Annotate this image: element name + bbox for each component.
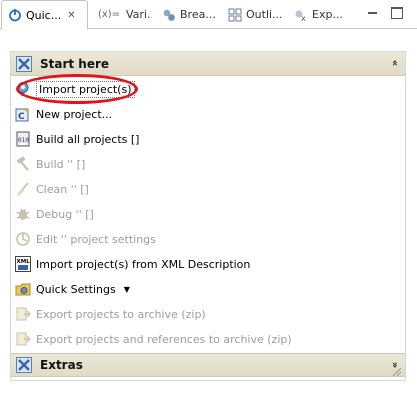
import-from-xml-item[interactable]: XML Import project(s) from XML Descripti… [15, 253, 250, 275]
import-projects-item[interactable]: Import project(s) [15, 74, 138, 104]
resize-grip-icon[interactable] [392, 367, 402, 377]
import-project-icon [15, 81, 31, 97]
outline-icon [227, 7, 243, 23]
build-item[interactable]: Build '' [] [15, 153, 85, 175]
edit-project-settings-item[interactable]: Edit '' project settings [15, 228, 156, 250]
item-label: Import project(s) from XML Description [36, 257, 251, 271]
section-x-icon [16, 357, 32, 373]
item-label: Export projects to archive (zip) [36, 307, 206, 321]
tab-label: Outli... [246, 8, 283, 21]
tab-expressions[interactable]: x Exp... [288, 0, 350, 29]
maximize-button[interactable] [391, 7, 403, 19]
close-icon[interactable]: ✕ [67, 10, 75, 21]
section-x-icon [16, 55, 32, 72]
item-label: Clean '' [] [36, 182, 89, 196]
xml-import-icon: XML [15, 256, 31, 272]
item-label: Import project(s) [36, 80, 135, 98]
export-references-icon [15, 331, 31, 347]
quick-launch-panel: Start here « Import project(s) C New pro… [10, 51, 406, 381]
tab-quick-launch[interactable]: Quic... ✕ [1, 0, 88, 30]
item-label: New project... [36, 107, 113, 121]
section-title: Extras [40, 358, 83, 372]
tab-label: Vari... [126, 8, 152, 21]
new-project-item[interactable]: C New project... [15, 103, 112, 125]
extras-section-header[interactable]: Extras » [11, 353, 405, 377]
expressions-icon: x [293, 7, 309, 23]
tab-label: Brea... [180, 8, 216, 21]
build-all-icon: 010 [15, 131, 31, 147]
debug-item[interactable]: Debug '' [] [15, 203, 94, 225]
svg-text:x: x [301, 14, 306, 22]
chevron-down-icon[interactable]: ▼ [124, 285, 130, 294]
view-tab-bar: Quic... ✕ (x)= Vari... Brea... Outli... … [0, 0, 417, 30]
item-label: Build all projects [] [36, 132, 140, 146]
minimize-button[interactable] [367, 7, 379, 19]
export-to-archive-item[interactable]: Export projects to archive (zip) [15, 303, 206, 325]
variables-icon: (x)= [97, 9, 121, 20]
clean-broom-icon [15, 181, 31, 197]
tab-label: Exp... [312, 8, 343, 21]
tab-label: Quic... [26, 8, 62, 22]
item-label: Edit '' project settings [36, 232, 156, 246]
svg-text:010: 010 [18, 137, 29, 144]
quick-settings-icon [15, 281, 31, 297]
start-here-section-header[interactable]: Start here « [11, 52, 405, 76]
breakpoints-icon [161, 7, 177, 23]
clean-item[interactable]: Clean '' [] [15, 178, 89, 200]
item-label: Export projects and references to archiv… [36, 332, 292, 346]
new-project-icon: C [15, 106, 31, 122]
svg-text:XML: XML [17, 259, 31, 265]
item-label: Quick Settings [36, 282, 116, 296]
export-with-references-item[interactable]: Export projects and references to archiv… [15, 328, 292, 350]
debug-icon [15, 206, 31, 222]
collapse-icon[interactable]: « [387, 60, 401, 66]
quick-settings-item[interactable]: Quick Settings ▼ [15, 278, 130, 300]
item-label: Build '' [] [36, 157, 86, 171]
build-all-projects-item[interactable]: 010 Build all projects [] [15, 128, 139, 150]
quick-launch-icon [7, 7, 23, 23]
svg-text:C: C [18, 112, 25, 122]
export-archive-icon [15, 306, 31, 322]
tab-outline[interactable]: Outli... [222, 0, 288, 29]
build-hammer-icon [15, 156, 31, 172]
section-title: Start here [40, 56, 110, 71]
tab-breakpoints[interactable]: Brea... [156, 0, 222, 29]
item-label: Debug '' [] [36, 207, 94, 221]
project-settings-icon [15, 231, 31, 247]
tab-variables[interactable]: (x)= Vari... [90, 0, 152, 29]
